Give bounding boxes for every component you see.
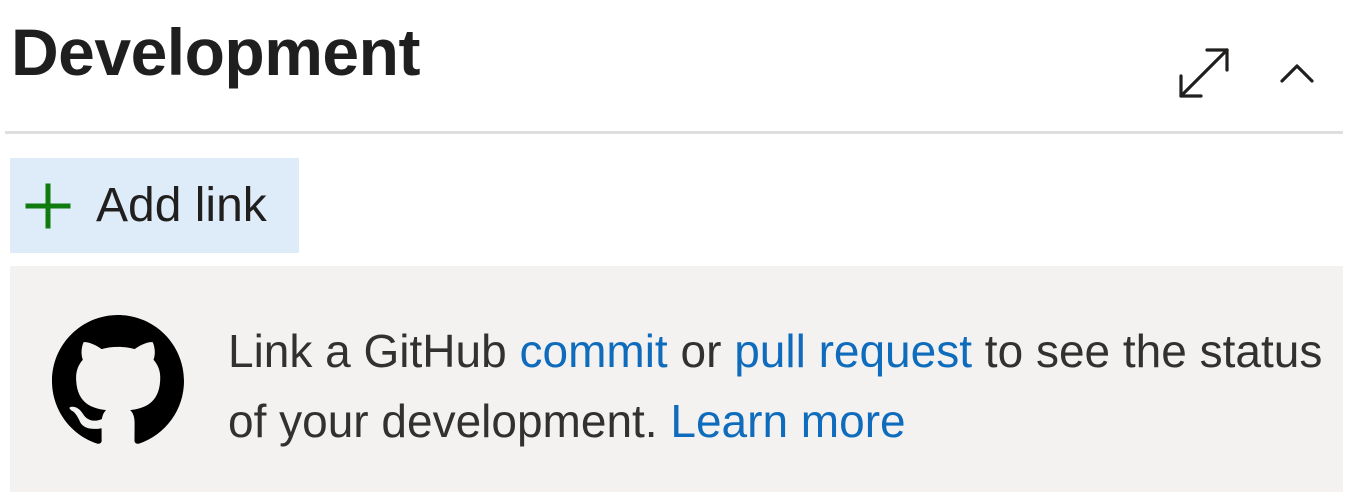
chevron-up-icon [1280, 64, 1314, 83]
expand-button[interactable] [1173, 42, 1235, 104]
github-icon [52, 315, 184, 444]
add-link-label: Add link [96, 179, 267, 232]
header-divider [5, 131, 1343, 134]
info-text-part: Link a GitHub [228, 325, 520, 377]
github-info-box: Link a GitHub commit or pull request to … [10, 266, 1343, 492]
plus-icon [24, 182, 72, 230]
development-panel: Development Add link Link a GitHub commi… [0, 0, 1347, 497]
learn-more-link[interactable]: Learn more [670, 395, 905, 447]
github-info-text: Link a GitHub commit or pull request to … [228, 316, 1328, 456]
info-text-part: or [667, 325, 735, 377]
pull-request-link[interactable]: pull request [734, 325, 972, 377]
commit-link[interactable]: commit [519, 325, 667, 377]
expand-icon [1179, 48, 1229, 98]
panel-title: Development [11, 15, 420, 89]
collapse-button[interactable] [1266, 42, 1328, 104]
add-link-button[interactable]: Add link [10, 158, 299, 253]
panel-header: Development [0, 0, 1347, 132]
